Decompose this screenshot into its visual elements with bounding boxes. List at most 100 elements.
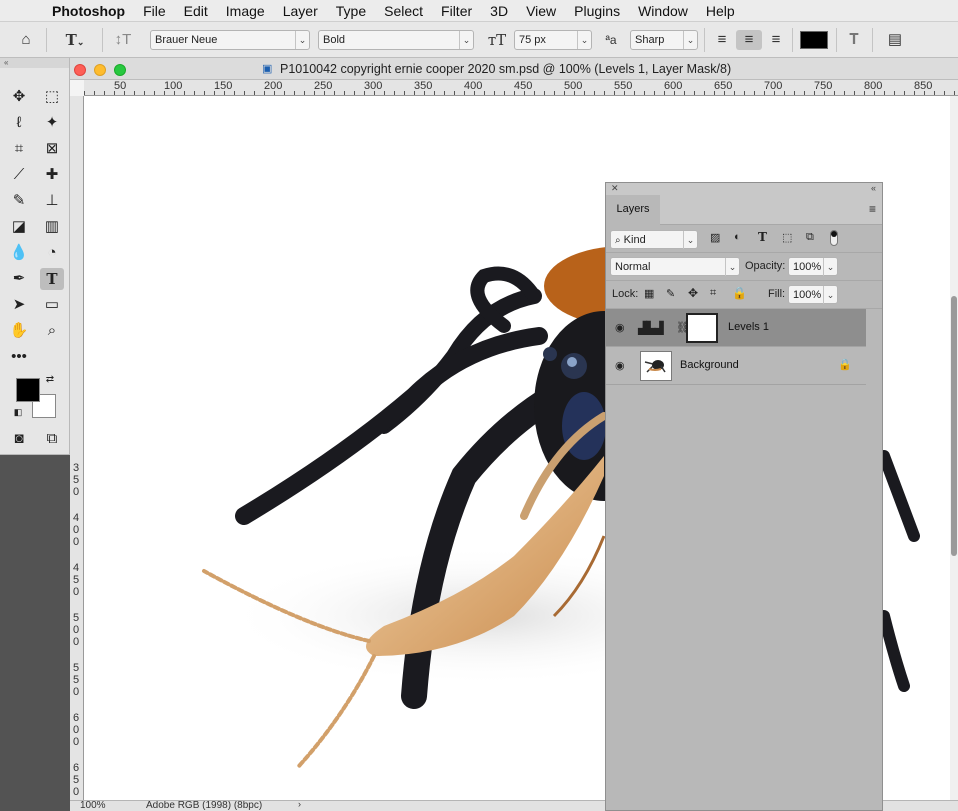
divider xyxy=(872,28,873,52)
menu-filter[interactable]: Filter xyxy=(432,3,481,19)
eraser-tool-icon[interactable]: ◪ xyxy=(7,216,31,238)
zoom-tool-icon[interactable]: ⌕ xyxy=(40,320,64,342)
blur-tool-icon[interactable]: 💧 xyxy=(7,242,31,264)
move-tool-icon[interactable]: ✥ xyxy=(7,86,31,108)
collapse-panel-icon[interactable]: « xyxy=(871,183,876,193)
minimize-window-button[interactable] xyxy=(94,64,106,76)
frame-tool-icon[interactable]: ⊠ xyxy=(40,138,64,160)
menu-view[interactable]: View xyxy=(517,3,565,19)
scrollbar-thumb[interactable] xyxy=(951,296,957,556)
chevron-down-icon: ⌄ xyxy=(823,286,837,304)
quick-mask-icon[interactable]: ◙ xyxy=(7,428,31,450)
zoom-window-button[interactable] xyxy=(114,64,126,76)
layer-row-levels-1[interactable]: ◉ ▟▙▟ ⛓ Levels 1 xyxy=(606,309,866,347)
vertical-scrollbar[interactable] xyxy=(950,96,958,800)
opacity-field[interactable]: 100% ⌄ xyxy=(788,257,838,276)
foreground-color-swatch[interactable] xyxy=(16,378,40,402)
menu-plugins[interactable]: Plugins xyxy=(565,3,629,19)
dodge-tool-icon[interactable]: ◔ xyxy=(40,242,64,264)
layer-filter-row: ⌕ Kind ⌄ ▨ ◐ T ⬚ ⧉ xyxy=(606,225,882,253)
lock-transparency-icon[interactable]: ▦ xyxy=(644,287,654,300)
font-family-select[interactable]: Brauer Neue ⌄ xyxy=(150,30,310,50)
menu-window[interactable]: Window xyxy=(629,3,697,19)
more-tools-icon[interactable]: ••• xyxy=(7,346,31,368)
menu-3d[interactable]: 3D xyxy=(481,3,517,19)
eyedropper-tool-icon[interactable]: ⟋ xyxy=(7,164,31,186)
shape-filter-icon[interactable]: ⬚ xyxy=(782,231,792,244)
gradient-tool-icon[interactable]: ▥ xyxy=(40,216,64,238)
default-colors-icon[interactable]: ◧ xyxy=(10,404,26,420)
path-selection-tool-icon[interactable]: ➤ xyxy=(7,294,31,316)
align-right-icon[interactable]: ≡ xyxy=(764,30,788,50)
blend-mode-select[interactable]: Normal ⌄ xyxy=(610,257,740,276)
menu-select[interactable]: Select xyxy=(375,3,432,19)
ruler-label: 4 xyxy=(72,562,80,574)
layer-name[interactable]: Levels 1 xyxy=(728,321,769,333)
hand-tool-icon[interactable]: ✋ xyxy=(7,320,31,342)
anti-alias-select[interactable]: Sharp ⌄ xyxy=(630,30,698,50)
lock-pixels-icon[interactable]: ✎ xyxy=(666,287,675,300)
lock-position-icon[interactable]: ✥ xyxy=(688,286,698,300)
ruler-ticks xyxy=(84,91,955,95)
healing-brush-tool-icon[interactable]: ✚ xyxy=(40,164,64,186)
menu-image[interactable]: Image xyxy=(217,3,274,19)
adjustment-filter-icon[interactable]: ◐ xyxy=(734,231,741,243)
lock-artboard-icon[interactable]: ⌗ xyxy=(710,287,716,300)
menu-layer[interactable]: Layer xyxy=(274,3,327,19)
type-tool-icon[interactable]: T xyxy=(40,268,64,290)
text-orientation-icon[interactable]: ↕T xyxy=(110,30,136,50)
lasso-tool-icon[interactable]: ℓ xyxy=(7,112,31,134)
layer-thumbnail[interactable] xyxy=(640,351,672,381)
crop-tool-icon[interactable]: ⌗ xyxy=(7,138,31,160)
layer-name[interactable]: Background xyxy=(680,359,739,371)
pen-tool-icon[interactable]: ✒ xyxy=(7,268,31,290)
panel-menu-icon[interactable]: ≡ xyxy=(869,202,876,216)
menu-edit[interactable]: Edit xyxy=(175,3,217,19)
font-style-select[interactable]: Bold ⌄ xyxy=(318,30,474,50)
close-window-button[interactable] xyxy=(74,64,86,76)
panel-grip[interactable]: « xyxy=(0,58,69,68)
align-center-icon[interactable]: ≡ xyxy=(736,30,762,50)
close-panel-icon[interactable]: ✕ xyxy=(611,183,619,194)
chevron-right-icon[interactable]: › xyxy=(298,801,301,809)
eye-icon[interactable]: ◉ xyxy=(615,321,625,334)
document-titlebar: ▣ P1010042 copyright ernie cooper 2020 s… xyxy=(70,58,958,80)
smart-object-filter-icon[interactable]: ⧉ xyxy=(806,231,814,244)
ruler-label: 0 xyxy=(72,786,80,798)
spider-thumbnail xyxy=(644,360,666,373)
tab-layers[interactable]: Layers xyxy=(606,195,660,225)
menu-file[interactable]: File xyxy=(134,3,175,19)
layer-row-background[interactable]: ◉ Background 🔒 xyxy=(606,347,866,385)
marquee-tool-icon[interactable]: ⬚ xyxy=(40,86,64,108)
swap-colors-icon[interactable]: ⇄ xyxy=(42,372,58,388)
eye-icon[interactable]: ◉ xyxy=(615,359,625,372)
menu-app[interactable]: Photoshop xyxy=(40,3,134,19)
fill-field[interactable]: 100% ⌄ xyxy=(788,285,838,304)
magic-wand-tool-icon[interactable]: ✦ xyxy=(40,112,64,134)
align-left-icon[interactable]: ≡ xyxy=(710,30,734,50)
type-filter-icon[interactable]: T xyxy=(758,230,767,244)
options-bar: ⌂ T⌄ ↕T Brauer Neue ⌄ Bold ⌄ ᴛT 75 px ⌄ … xyxy=(0,22,958,58)
warp-text-icon[interactable]: 𝐓 xyxy=(842,30,866,50)
horizontal-ruler[interactable]: 50 100 150 200 250 300 350 400 450 500 5… xyxy=(84,80,958,96)
clone-stamp-tool-icon[interactable]: ⊥ xyxy=(40,190,64,212)
menu-help[interactable]: Help xyxy=(697,3,744,19)
screen-mode-icon[interactable]: ⧉ xyxy=(40,428,64,450)
divider xyxy=(836,28,837,52)
status-zoom[interactable]: 100% xyxy=(80,801,106,811)
home-icon[interactable]: ⌂ xyxy=(14,30,38,50)
brush-tool-icon[interactable]: ✎ xyxy=(7,190,31,212)
type-tool-preset-icon[interactable]: T⌄ xyxy=(58,30,92,50)
vertical-ruler[interactable]: 3 5 0 4 0 0 4 5 0 5 0 0 5 5 0 6 0 0 6 5 … xyxy=(70,96,84,800)
lock-all-icon[interactable]: 🔒 xyxy=(732,286,747,300)
pixel-filter-icon[interactable]: ▨ xyxy=(710,231,720,244)
filter-toggle[interactable] xyxy=(830,230,838,246)
filter-kind-select[interactable]: ⌕ Kind ⌄ xyxy=(610,230,698,249)
rectangle-tool-icon[interactable]: ▭ xyxy=(40,294,64,316)
font-size-select[interactable]: 75 px ⌄ xyxy=(514,30,592,50)
layer-mask-thumbnail[interactable] xyxy=(686,313,718,343)
menu-type[interactable]: Type xyxy=(327,3,375,19)
font-size-icon: ᴛT xyxy=(487,31,507,49)
character-panel-icon[interactable]: ▤ xyxy=(882,30,908,50)
text-color-swatch[interactable] xyxy=(800,31,828,49)
